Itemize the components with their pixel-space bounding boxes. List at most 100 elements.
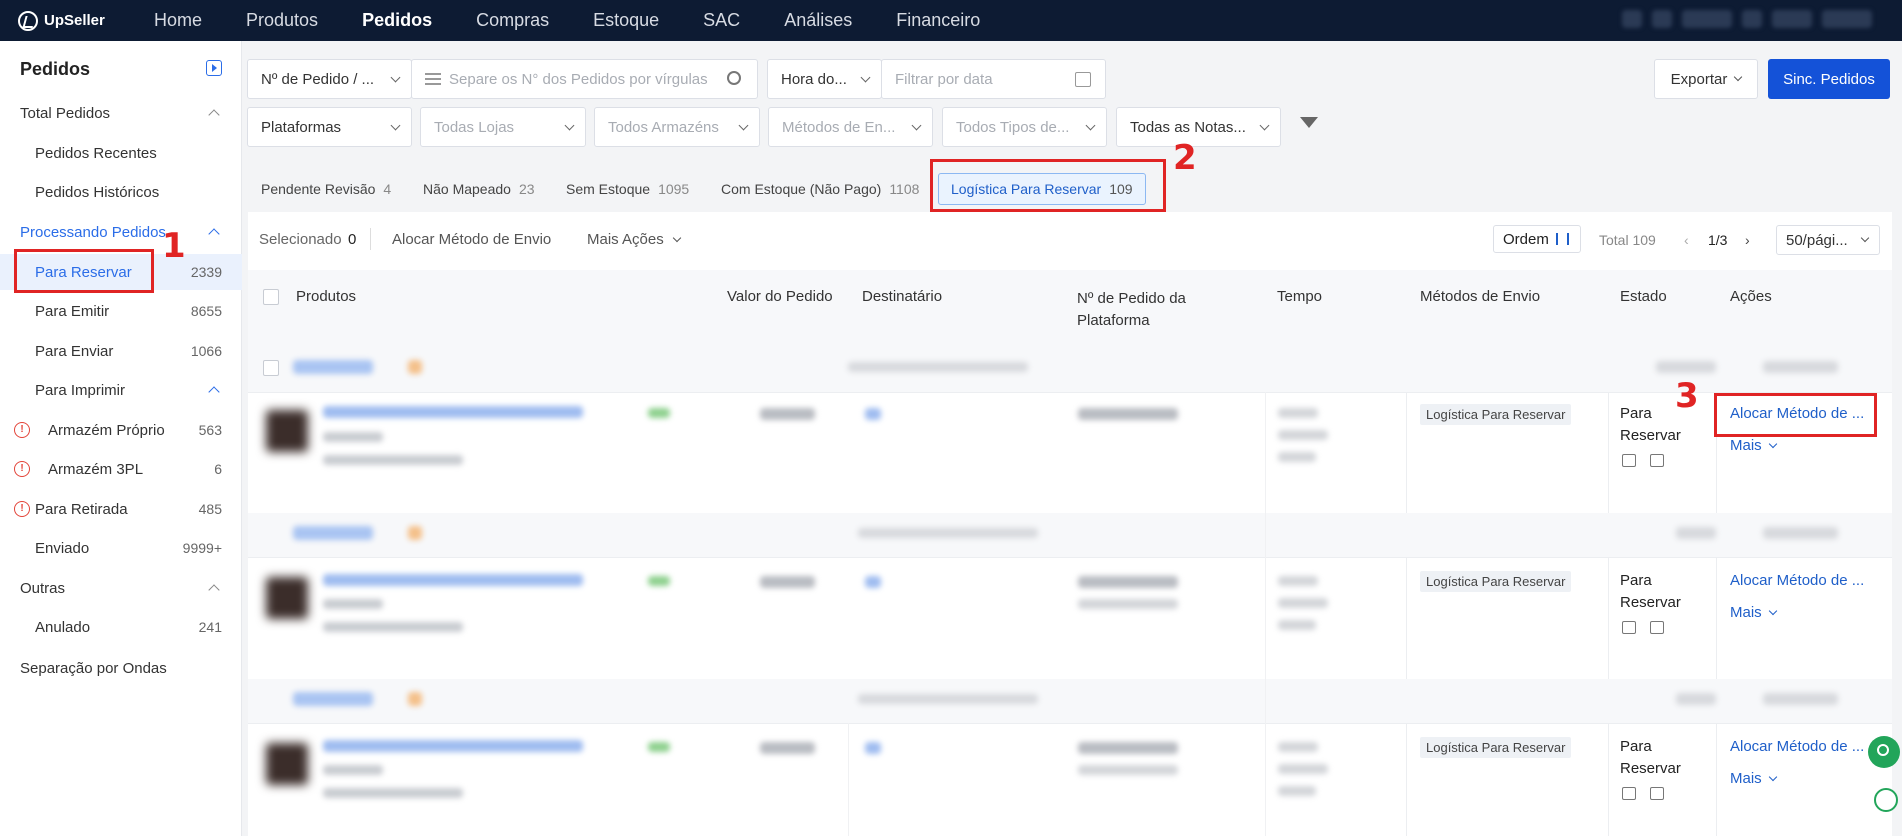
search-icon[interactable] <box>727 71 741 85</box>
annotation-box-3 <box>1714 393 1877 437</box>
sidebar-item-historicos[interactable]: Pedidos Históricos <box>0 174 242 210</box>
barcode-icon[interactable] <box>1622 787 1636 800</box>
sidebar-item-recentes[interactable]: Pedidos Recentes <box>0 135 242 171</box>
sidebar-item-armazem-proprio[interactable]: ! Armazém Próprio 563 <box>0 412 242 448</box>
sidebar-item-count: 9999+ <box>182 540 222 556</box>
sidebar-group-total[interactable]: Total Pedidos <box>0 95 242 131</box>
sinc-pedidos-button[interactable]: Sinc. Pedidos <box>1768 59 1890 99</box>
nav-compras[interactable]: Compras <box>476 10 549 31</box>
date-filter-input[interactable]: Filtrar por data <box>881 59 1106 99</box>
armazens-select[interactable]: Todos Armazéns <box>594 107 760 147</box>
annotation-number-2: 2 <box>1173 138 1197 178</box>
tipos-select[interactable]: Todos Tipos de... <box>942 107 1107 147</box>
blurred-qty <box>648 576 670 586</box>
blurred-time <box>1278 452 1316 462</box>
sidebar-item-label: Para Retirada <box>35 500 128 518</box>
blurred-order-id <box>293 526 373 540</box>
warning-icon: ! <box>14 461 30 477</box>
nav-produtos[interactable]: Produtos <box>246 10 318 31</box>
blurred-product-title <box>323 740 583 752</box>
document-icon[interactable] <box>1650 621 1664 634</box>
nav-financeiro[interactable]: Financeiro <box>896 10 980 31</box>
per-page-select[interactable]: 50/pági... <box>1776 225 1880 255</box>
blurred-text <box>323 765 383 775</box>
sidebar-item-para-retirada[interactable]: ! Para Retirada 485 <box>0 491 242 527</box>
order-group-header <box>248 679 1892 723</box>
blurred-text <box>1676 693 1716 705</box>
alocar-metodo-envio-button[interactable]: Alocar Método de Envio <box>392 231 551 248</box>
select-value: Métodos de En... <box>782 118 896 136</box>
mais-dropdown[interactable]: Mais <box>1730 437 1778 454</box>
sidebar-item-count: 2339 <box>190 264 222 280</box>
tab-nao-mapeado[interactable]: Não Mapeado 23 <box>411 173 547 205</box>
tab-sem-estoque[interactable]: Sem Estoque 1095 <box>554 173 701 205</box>
sidebar-item-para-enviar[interactable]: Para Enviar 1066 <box>0 333 242 369</box>
document-icon[interactable] <box>1650 454 1664 467</box>
chevron-down-icon <box>672 233 682 243</box>
total-count: Total 109 <box>1599 232 1656 248</box>
alocar-metodo-envio-link[interactable]: Alocar Método de ... <box>1730 572 1864 589</box>
nav-estoque[interactable]: Estoque <box>593 10 659 31</box>
sidebar-group-outras[interactable]: Outras <box>0 570 242 606</box>
row-checkbox[interactable] <box>263 360 279 376</box>
order-number-type-select[interactable]: Nº de Pedido / ... <box>247 59 412 99</box>
search-fab-button[interactable] <box>1868 736 1900 768</box>
sidebar-item-armazem-3pl[interactable]: ! Armazém 3PL 6 <box>0 451 242 487</box>
next-page-icon[interactable]: › <box>1745 232 1750 248</box>
upseller-logo[interactable]: UpSeller <box>0 10 140 31</box>
blurred-value <box>760 408 815 420</box>
blurred-time <box>1278 430 1328 440</box>
sidebar-item-label: Pedidos Históricos <box>35 183 160 201</box>
sidebar-group-para-imprimir[interactable]: Para Imprimir <box>0 372 242 408</box>
sidebar-item-label: Para Emitir <box>35 302 110 320</box>
whatsapp-icon[interactable] <box>1874 788 1898 812</box>
ordem-sort-button[interactable]: Ordem <box>1493 225 1581 253</box>
sidebar-item-ondas[interactable]: Separação por Ondas <box>0 650 242 686</box>
exportar-button[interactable]: Exportar <box>1654 59 1758 99</box>
sidebar-group-processando[interactable]: Processando Pedidos <box>0 214 242 250</box>
sidebar-item-enviado[interactable]: Enviado 9999+ <box>0 530 242 566</box>
chevron-up-icon <box>208 228 220 240</box>
metodos-envio-select[interactable]: Métodos de En... <box>768 107 933 147</box>
mais-acoes-dropdown[interactable]: Mais Ações <box>587 231 682 248</box>
nav-home[interactable]: Home <box>154 10 202 31</box>
blurred-order-number <box>1078 408 1178 420</box>
sidebar-item-count: 1066 <box>190 343 222 359</box>
document-icon[interactable] <box>1650 787 1664 800</box>
time-type-select[interactable]: Hora do... <box>767 59 882 99</box>
tab-com-estoque[interactable]: Com Estoque (Não Pago) 1108 <box>709 173 931 205</box>
sidebar-item-para-emitir[interactable]: Para Emitir 8655 <box>0 293 242 329</box>
user-area-blurred[interactable] <box>1622 10 1872 28</box>
dropdown-label: Mais <box>1730 604 1762 621</box>
sidebar-item-anulado[interactable]: Anulado 241 <box>0 609 242 645</box>
tab-count: 1108 <box>889 181 920 197</box>
mais-dropdown[interactable]: Mais <box>1730 604 1778 621</box>
filter-icon[interactable] <box>1300 117 1318 128</box>
nav-pedidos[interactable]: Pedidos <box>362 10 432 31</box>
nav-analises[interactable]: Análises <box>784 10 852 31</box>
tab-pendente-revisao[interactable]: Pendente Revisão 4 <box>249 173 403 205</box>
chevron-up-icon <box>208 386 220 398</box>
barcode-icon[interactable] <box>1622 454 1636 467</box>
chevron-up-icon <box>208 109 220 121</box>
notas-select[interactable]: Todas as Notas... <box>1116 107 1281 147</box>
barcode-icon[interactable] <box>1622 621 1636 634</box>
select-value: Hora do... <box>781 70 847 88</box>
nav-sac[interactable]: SAC <box>703 10 740 31</box>
alocar-metodo-envio-link[interactable]: Alocar Método de ... <box>1730 738 1864 755</box>
blurred-tag <box>408 360 422 374</box>
prev-page-icon[interactable]: ‹ <box>1684 232 1689 248</box>
collapse-sidebar-icon[interactable] <box>206 60 222 76</box>
blurred-text <box>1763 361 1838 373</box>
lojas-select[interactable]: Todas Lojas <box>420 107 586 147</box>
sidebar-item-count: 485 <box>198 501 222 517</box>
plataformas-select[interactable]: Plataformas <box>247 107 412 147</box>
tab-count: 4 <box>383 181 392 197</box>
blurred-text <box>1078 765 1178 775</box>
sidebar-group-label: Outras <box>20 579 66 597</box>
sidebar: Pedidos Total Pedidos Pedidos Recentes P… <box>0 41 242 836</box>
mais-dropdown[interactable]: Mais <box>1730 770 1778 787</box>
select-all-checkbox[interactable] <box>263 289 279 305</box>
blurred-product-image <box>266 577 308 619</box>
order-search-input[interactable]: Separe os N° dos Pedidos por vírgulas <box>411 59 758 99</box>
